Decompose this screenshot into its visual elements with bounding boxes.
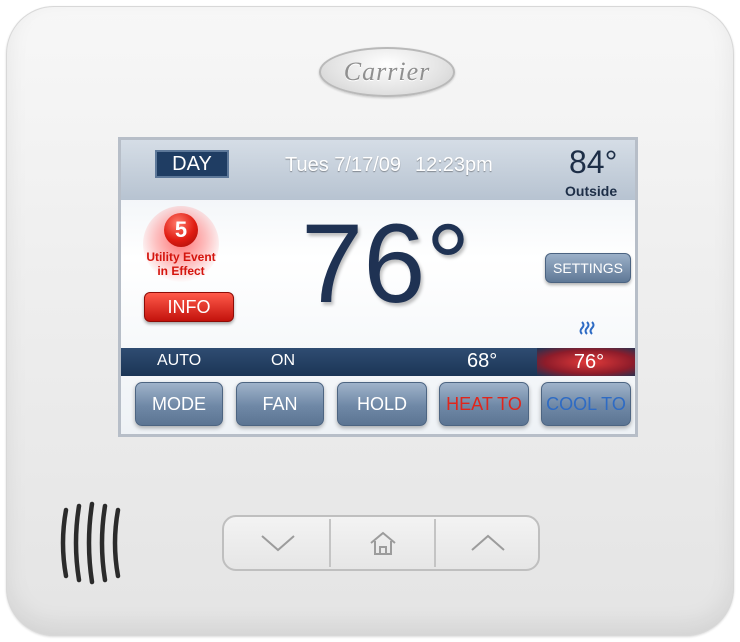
down-button[interactable] [226, 517, 330, 569]
date-display: Tues 7/17/09 [285, 154, 402, 176]
thermostat-body: Carrier DAY Tues 7/17/09 12:23pm 84° Out… [6, 6, 734, 636]
cool-setpoint: 76° [537, 348, 635, 376]
utility-event-message: Utility Event in Effect [135, 250, 227, 278]
outside-label: Outside [565, 183, 618, 199]
cool-to-button[interactable]: COOL TO [541, 382, 631, 426]
chevron-up-icon [471, 534, 505, 551]
info-button[interactable]: INFO [144, 292, 234, 322]
heat-waves-icon [579, 321, 595, 335]
current-temperature: 76° [301, 201, 471, 326]
hold-button[interactable]: HOLD [337, 382, 427, 426]
screen-button-row: MODE FAN HOLD HEAT TO COOL TO [121, 382, 635, 430]
fan-status: ON [271, 352, 295, 369]
chevron-down-icon [261, 535, 295, 552]
screen-top-bar: DAY Tues 7/17/09 12:23pm 84° Outside [121, 140, 635, 200]
speaker-grille-icon [60, 501, 121, 585]
time-display: 12:23pm [415, 154, 493, 176]
settings-button[interactable]: SETTINGS [545, 253, 631, 283]
system-mode-status: AUTO [157, 352, 202, 369]
alert-line-1: Utility Event [146, 250, 216, 264]
alert-count-badge[interactable]: 5 [164, 213, 198, 247]
home-button[interactable] [331, 517, 435, 569]
fan-button[interactable]: FAN [236, 382, 324, 426]
heat-to-button[interactable]: HEAT TO [439, 382, 529, 426]
status-bar: AUTO ON 68° 76° [121, 348, 635, 376]
outside-temperature: 84° [569, 144, 618, 180]
up-button[interactable] [436, 517, 540, 569]
navigation-pad [222, 515, 540, 571]
heat-setpoint: 68° [467, 350, 498, 372]
alert-line-2: in Effect [157, 264, 205, 278]
touch-screen: DAY Tues 7/17/09 12:23pm 84° Outside 5 U… [118, 137, 638, 437]
brand-logo: Carrier [319, 47, 455, 97]
home-icon [370, 531, 396, 555]
day-mode-label: DAY [155, 150, 229, 178]
mode-button[interactable]: MODE [135, 382, 223, 426]
brand-logo-text: Carrier [343, 57, 431, 86]
